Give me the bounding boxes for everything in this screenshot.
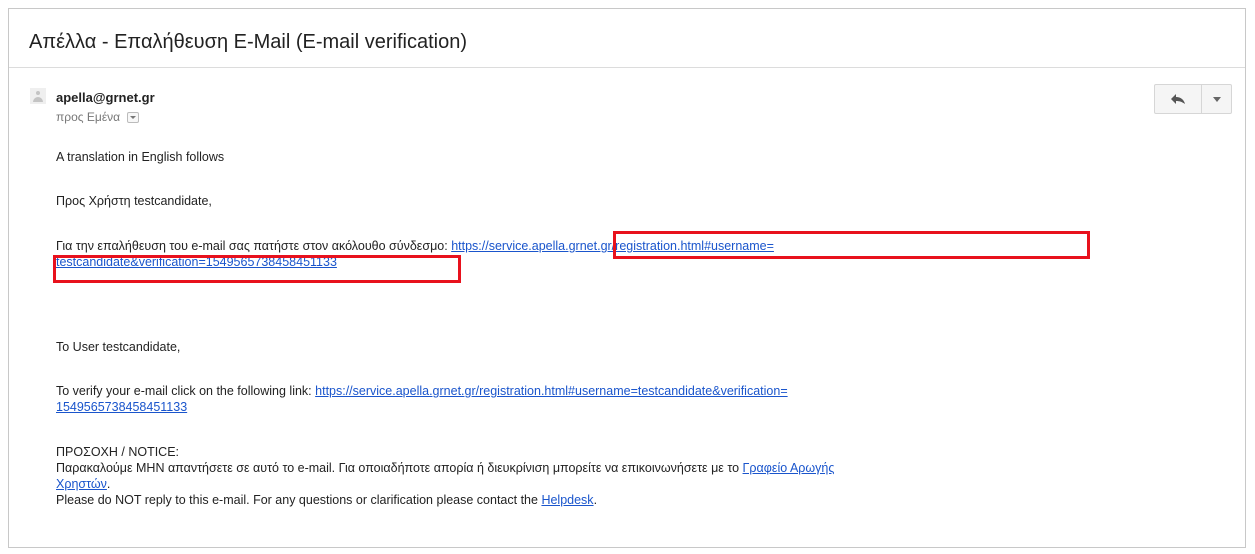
- email-subject: Απέλλα - Επαλήθευση E-Mail (E-mail verif…: [29, 31, 467, 53]
- verify-english-text: To verify your e-mail click on the follo…: [56, 384, 312, 398]
- verification-link-greek-cont[interactable]: testcandidate&verification=1549565738458…: [56, 255, 337, 269]
- recipient-line: προς Εμένα: [56, 110, 140, 124]
- helpdesk-link[interactable]: Helpdesk: [541, 493, 593, 507]
- reply-button[interactable]: [1154, 84, 1202, 114]
- sender-row: apella@grnet.gr προς Εμένα: [9, 68, 1245, 128]
- verify-greek-line2: testcandidate&verification=1549565738458…: [56, 254, 337, 270]
- verify-english-line2: 1549565738458451133: [56, 399, 187, 415]
- support-office-link-cont[interactable]: Χρηστών: [56, 477, 107, 491]
- reply-arrow-icon: [1171, 94, 1185, 104]
- chevron-down-icon: [1212, 96, 1221, 102]
- person-icon: [30, 88, 46, 104]
- notice-english-text: Please do NOT reply to this e-mail. For …: [56, 493, 538, 507]
- greeting-english: To User testcandidate,: [56, 340, 181, 354]
- sender-name[interactable]: apella@grnet.gr: [56, 90, 155, 105]
- greeting-greek: Προς Χρήστη testcandidate,: [56, 194, 212, 208]
- email-view: Απέλλα - Επαλήθευση E-Mail (E-mail verif…: [8, 8, 1246, 548]
- recipient-label: προς Εμένα: [56, 110, 121, 124]
- verification-link-english[interactable]: https://service.apella.grnet.gr/registra…: [315, 384, 787, 398]
- notice-greek-end: .: [106, 477, 111, 491]
- verify-english-line1: To verify your e-mail click on the follo…: [56, 383, 788, 399]
- verify-greek-line1: Για την επαλήθευση του e-mail σας πατήστ…: [56, 238, 774, 254]
- notice-title: ΠΡΟΣΟΧΗ / NOTICE:: [56, 445, 180, 459]
- intro-text: A translation in English follows: [56, 150, 225, 164]
- subject-bar: Απέλλα - Επαλήθευση E-Mail (E-mail verif…: [9, 9, 1245, 68]
- verification-link-english-cont[interactable]: 1549565738458451133: [56, 400, 187, 414]
- more-options-button[interactable]: [1202, 84, 1232, 114]
- verification-link-greek[interactable]: https://service.apella.grnet.gr/registra…: [451, 239, 774, 253]
- notice-greek-text: Παρακαλούμε ΜΗΝ απαντήσετε σε αυτό το e-…: [56, 461, 740, 475]
- notice-greek-line2: Χρηστών.: [56, 476, 110, 492]
- support-office-link[interactable]: Γραφείο Αρωγής: [743, 461, 835, 475]
- verify-greek-text: Για την επαλήθευση του e-mail σας πατήστ…: [56, 239, 448, 253]
- notice-english-line: Please do NOT reply to this e-mail. For …: [56, 492, 597, 508]
- notice-greek-line1: Παρακαλούμε ΜΗΝ απαντήσετε σε αυτό το e-…: [56, 460, 834, 476]
- notice-english-end: .: [593, 493, 598, 507]
- reply-button-group: [1154, 84, 1232, 114]
- show-details-icon[interactable]: [127, 112, 140, 124]
